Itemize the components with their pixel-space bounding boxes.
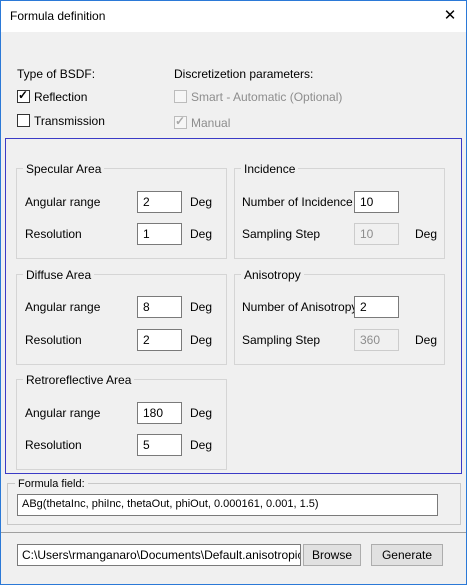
smart-automatic-checkbox[interactable]: [174, 90, 187, 103]
diffuse-area-group: [16, 274, 227, 365]
specular-angular-range-label: Angular range: [25, 195, 101, 209]
diffuse-angular-range-input[interactable]: 8: [137, 296, 182, 318]
diffuse-angular-unit: Deg: [190, 300, 213, 314]
manual-checkbox[interactable]: [174, 114, 187, 129]
bsdf-type-label: Type of BSDF:: [17, 67, 96, 81]
anisotropy-sampling-step-input[interactable]: 360: [354, 329, 399, 351]
number-of-anisotropy-label: Number of Anisotropy: [242, 300, 358, 314]
formula-field-input[interactable]: ABg(thetaInc, phiInc, thetaOut, phiOut, …: [17, 494, 438, 516]
specular-resolution-input[interactable]: 1: [137, 223, 182, 245]
anisotropy-sampling-step-label: Sampling Step: [242, 333, 321, 347]
reflection-checkbox[interactable]: [17, 88, 30, 103]
formula-field-title: Formula field:: [15, 478, 88, 490]
diffuse-resolution-input[interactable]: 2: [137, 329, 182, 351]
incidence-title: Incidence: [241, 162, 299, 176]
discretization-label: Discretizetion parameters:: [174, 67, 314, 81]
specular-resolution-label: Resolution: [25, 227, 82, 241]
generate-button[interactable]: Generate: [371, 544, 443, 566]
incidence-sampling-step-unit: Deg: [415, 227, 438, 241]
retro-angular-unit: Deg: [190, 406, 213, 420]
specular-area-title: Specular Area: [23, 162, 105, 176]
diffuse-area-title: Diffuse Area: [23, 268, 95, 282]
manual-label: Manual: [191, 116, 231, 130]
retroreflective-area-title: Retroreflective Area: [23, 373, 135, 387]
specular-area-group: [16, 168, 227, 259]
window-title: Formula definition: [10, 9, 106, 23]
reflection-label[interactable]: Reflection: [34, 90, 87, 104]
anisotropy-title: Anisotropy: [241, 268, 304, 282]
diffuse-resolution-unit: Deg: [190, 333, 213, 347]
specular-angular-range-input[interactable]: 2: [137, 191, 182, 213]
retro-angular-range-label: Angular range: [25, 406, 101, 420]
number-of-incidence-input[interactable]: 10: [354, 191, 399, 213]
incidence-group: [234, 168, 445, 259]
specular-angular-unit: Deg: [190, 195, 213, 209]
specular-resolution-unit: Deg: [190, 227, 213, 241]
transmission-checkbox[interactable]: [17, 114, 30, 127]
formula-definition-window: Formula definition ✕ Type of BSDF: Refle…: [0, 0, 467, 585]
diffuse-angular-range-label: Angular range: [25, 300, 101, 314]
retro-resolution-input[interactable]: 5: [137, 434, 182, 456]
file-path-input[interactable]: C:\Users\rmanganaro\Documents\Default.an…: [17, 544, 301, 566]
anisotropy-group: [234, 274, 445, 365]
close-icon[interactable]: ✕: [437, 4, 463, 28]
transmission-label[interactable]: Transmission: [34, 114, 105, 128]
incidence-sampling-step-label: Sampling Step: [242, 227, 321, 241]
incidence-sampling-step-input[interactable]: 10: [354, 223, 399, 245]
retroreflective-area-group: [16, 379, 227, 470]
anisotropy-sampling-step-unit: Deg: [415, 333, 438, 347]
footer-divider: [1, 532, 466, 533]
retro-angular-range-input[interactable]: 180: [137, 402, 182, 424]
retro-resolution-unit: Deg: [190, 438, 213, 452]
smart-automatic-label: Smart - Automatic (Optional): [191, 90, 343, 104]
retro-resolution-label: Resolution: [25, 438, 82, 452]
browse-button[interactable]: Browse: [303, 544, 361, 566]
diffuse-resolution-label: Resolution: [25, 333, 82, 347]
number-of-anisotropy-input[interactable]: 2: [354, 296, 399, 318]
number-of-incidence-label: Number of Incidence: [242, 195, 353, 209]
title-bar: Formula definition ✕: [1, 1, 466, 32]
